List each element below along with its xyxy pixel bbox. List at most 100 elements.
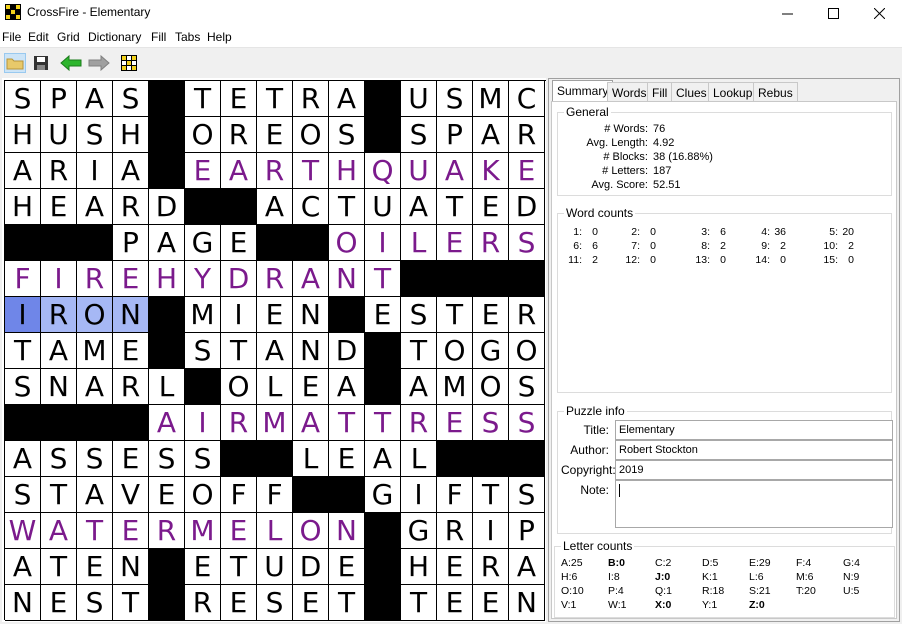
grid-block[interactable]: [365, 585, 401, 621]
grid-cell[interactable]: S: [113, 81, 149, 117]
grid-cell[interactable]: A: [149, 225, 185, 261]
grid-cell[interactable]: T: [77, 513, 113, 549]
grid-cell[interactable]: E: [437, 225, 473, 261]
author-field[interactable]: Robert Stockton: [615, 440, 893, 460]
grid-cell[interactable]: A: [401, 369, 437, 405]
grid-cell[interactable]: O: [437, 333, 473, 369]
maximize-button[interactable]: [810, 0, 856, 26]
grid-cell[interactable]: Y: [185, 261, 221, 297]
grid-cell[interactable]: M: [77, 333, 113, 369]
grid-cell[interactable]: N: [293, 333, 329, 369]
grid-cell[interactable]: S: [77, 585, 113, 621]
grid-cell[interactable]: N: [113, 297, 149, 333]
grid-cell[interactable]: T: [293, 153, 329, 189]
grid-cell[interactable]: M: [257, 405, 293, 441]
grid-block[interactable]: [257, 225, 293, 261]
grid-block[interactable]: [437, 261, 473, 297]
grid-block[interactable]: [437, 441, 473, 477]
grid-block[interactable]: [401, 261, 437, 297]
grid-cell[interactable]: R: [257, 153, 293, 189]
grid-cell[interactable]: N: [5, 585, 41, 621]
grid-block[interactable]: [293, 225, 329, 261]
grid-cell[interactable]: N: [329, 513, 365, 549]
menu-fill[interactable]: Fill: [151, 30, 166, 44]
grid-cell[interactable]: A: [77, 189, 113, 225]
grid-cell[interactable]: L: [293, 441, 329, 477]
grid-cell[interactable]: E: [185, 549, 221, 585]
grid-cell[interactable]: T: [185, 81, 221, 117]
grid-cell[interactable]: R: [473, 225, 509, 261]
grid-block[interactable]: [149, 81, 185, 117]
grid-cell[interactable]: R: [437, 513, 473, 549]
grid-cell[interactable]: N: [293, 297, 329, 333]
menu-file[interactable]: File: [2, 30, 21, 44]
grid-cell[interactable]: A: [41, 333, 77, 369]
grid-cell[interactable]: V: [113, 477, 149, 513]
grid-block[interactable]: [509, 261, 545, 297]
grid-cell[interactable]: G: [401, 513, 437, 549]
grid-block[interactable]: [365, 513, 401, 549]
grid-cell[interactable]: S: [401, 117, 437, 153]
grid-cell[interactable]: R: [41, 153, 77, 189]
grid-cell[interactable]: U: [257, 549, 293, 585]
grid-block[interactable]: [509, 441, 545, 477]
grid-cell[interactable]: T: [365, 405, 401, 441]
grid-cell[interactable]: T: [365, 261, 401, 297]
save-button[interactable]: [30, 53, 52, 73]
grid-cell[interactable]: M: [185, 297, 221, 333]
grid-cell[interactable]: A: [437, 153, 473, 189]
grid-cell[interactable]: D: [509, 189, 545, 225]
grid-cell[interactable]: S: [149, 441, 185, 477]
menu-edit[interactable]: Edit: [28, 30, 49, 44]
grid-cell[interactable]: E: [473, 297, 509, 333]
minimize-button[interactable]: [764, 0, 810, 26]
grid-cell[interactable]: L: [401, 225, 437, 261]
grid-cell[interactable]: T: [329, 585, 365, 621]
forward-button[interactable]: [88, 53, 110, 73]
grid-cell[interactable]: T: [41, 549, 77, 585]
grid-cell[interactable]: L: [257, 369, 293, 405]
grid-block[interactable]: [365, 117, 401, 153]
grid-cell[interactable]: E: [329, 441, 365, 477]
tab-words[interactable]: Words: [607, 82, 652, 102]
grid-cell[interactable]: R: [185, 585, 221, 621]
grid-cell[interactable]: S: [185, 441, 221, 477]
grid-cell[interactable]: N: [41, 369, 77, 405]
grid-cell[interactable]: A: [509, 549, 545, 585]
grid-cell[interactable]: S: [41, 441, 77, 477]
grid-cell[interactable]: T: [329, 189, 365, 225]
grid-cell[interactable]: T: [221, 549, 257, 585]
grid-block[interactable]: [365, 81, 401, 117]
grid-cell[interactable]: E: [113, 261, 149, 297]
grid-cell[interactable]: O: [293, 117, 329, 153]
copyright-field[interactable]: 2019: [615, 460, 893, 480]
grid-cell[interactable]: A: [149, 405, 185, 441]
tab-clues[interactable]: Clues: [671, 82, 712, 102]
grid-cell[interactable]: S: [509, 225, 545, 261]
menu-tabs[interactable]: Tabs: [175, 30, 200, 44]
grid-block[interactable]: [149, 549, 185, 585]
grid-block[interactable]: [185, 189, 221, 225]
grid-block[interactable]: [329, 477, 365, 513]
grid-cell[interactable]: E: [257, 117, 293, 153]
grid-cell[interactable]: U: [401, 81, 437, 117]
menu-help[interactable]: Help: [207, 30, 232, 44]
grid-cell[interactable]: A: [77, 477, 113, 513]
back-button[interactable]: [60, 53, 82, 73]
grid-cell[interactable]: G: [473, 333, 509, 369]
grid-cell[interactable]: E: [149, 477, 185, 513]
grid-cell[interactable]: H: [113, 117, 149, 153]
menu-grid[interactable]: Grid: [57, 30, 80, 44]
tab-lookup[interactable]: Lookup: [708, 82, 758, 102]
grid-cell[interactable]: T: [437, 297, 473, 333]
grid-cell[interactable]: S: [509, 477, 545, 513]
tab-summary[interactable]: Summary: [552, 80, 614, 102]
grid-cell[interactable]: S: [77, 441, 113, 477]
grid-cell[interactable]: A: [5, 153, 41, 189]
grid-cell[interactable]: T: [401, 585, 437, 621]
grid-block[interactable]: [185, 369, 221, 405]
grid-cell[interactable]: I: [185, 405, 221, 441]
grid-button[interactable]: [118, 53, 140, 73]
grid-cell[interactable]: F: [221, 477, 257, 513]
grid-cell[interactable]: I: [365, 225, 401, 261]
